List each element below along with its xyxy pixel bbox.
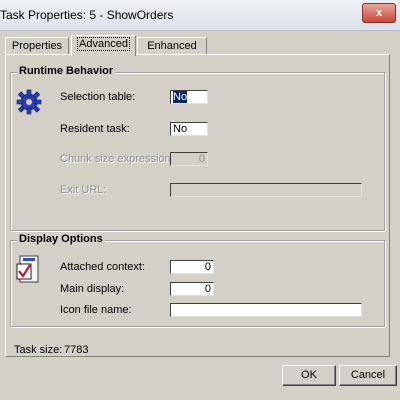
exit-url-field — [170, 183, 362, 197]
main-display-label: Main display: — [60, 283, 125, 295]
selection-table-field[interactable]: No — [170, 90, 208, 104]
attached-context-field[interactable]: 0 — [170, 260, 214, 274]
exit-url-label: Exit URL: — [60, 184, 107, 196]
chunk-size-field: 0 — [170, 152, 208, 166]
tab-advanced[interactable]: Advanced — [71, 35, 136, 56]
close-button[interactable]: x — [362, 3, 396, 23]
window-title: Task Properties: 5 - ShowOrders — [0, 8, 174, 22]
selection-table-value: No — [173, 91, 188, 103]
tab-properties[interactable]: Properties — [5, 37, 69, 55]
display-options-title: Display Options — [17, 233, 105, 245]
display-options-group: Display Options Attached context: 0 Main… — [10, 233, 385, 327]
runtime-behavior-title: Runtime Behavior — [17, 65, 116, 77]
icon-file-name-label: Icon file name: — [60, 304, 132, 316]
tab-enhanced[interactable]: Enhanced — [137, 37, 207, 55]
task-size-label: Task size: — [14, 344, 63, 356]
chunk-size-label: Chunk size expression: — [60, 153, 174, 165]
ok-button[interactable]: OK — [282, 365, 336, 386]
attached-context-label: Attached context: — [60, 261, 145, 273]
display-options-icon — [16, 255, 42, 285]
main-display-field[interactable]: 0 — [170, 282, 214, 296]
runtime-behavior-group: Runtime Behavior Selection table: No Res… — [10, 65, 385, 231]
title-bar: Task Properties: 5 - ShowOrders x — [0, 0, 400, 31]
resident-task-label: Resident task: — [60, 123, 130, 135]
tab-panel-advanced: Runtime Behavior Selection table: No Res… — [5, 54, 390, 357]
tab-enhanced-label: Enhanced — [147, 40, 197, 52]
task-size-value: 7783 — [64, 344, 89, 356]
resident-task-field[interactable]: No — [170, 122, 208, 136]
tab-properties-label: Properties — [11, 40, 63, 52]
gear-icon — [16, 89, 42, 115]
selection-table-label: Selection table: — [60, 91, 136, 103]
icon-file-name-field[interactable] — [170, 303, 362, 317]
tab-advanced-label: Advanced — [77, 37, 130, 51]
cancel-button[interactable]: Cancel — [339, 365, 397, 386]
